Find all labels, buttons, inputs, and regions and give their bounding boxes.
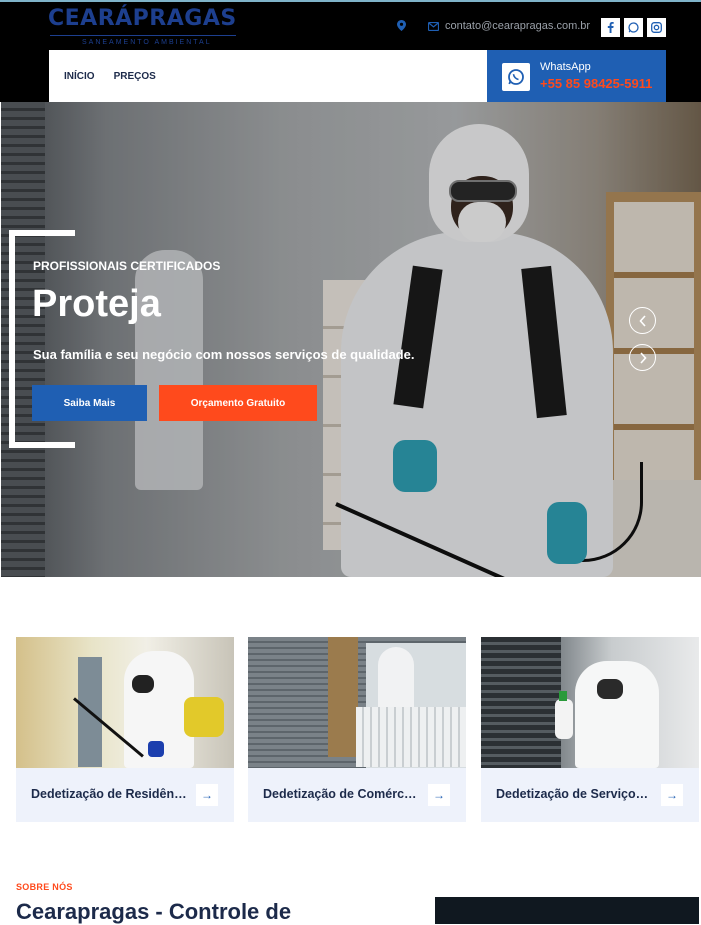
whatsapp-cta[interactable]: WhatsApp +55 85 98425-5911 xyxy=(487,50,666,102)
service-title: Dedetização de Residências xyxy=(31,787,187,801)
orcamento-gratuito-button[interactable]: Orçamento Gratuito xyxy=(159,385,317,421)
hero-slider: PROFISSIONAIS CERTIFICADOS Proteja Sua f… xyxy=(1,102,701,577)
whatsapp-icon xyxy=(502,63,530,91)
instagram-icon[interactable] xyxy=(647,18,666,37)
whatsapp-label: WhatsApp xyxy=(540,61,591,73)
service-photo-comercios xyxy=(248,637,466,768)
arrow-right-icon[interactable]: → xyxy=(196,784,218,806)
nav-item-precos[interactable]: PREÇOS xyxy=(114,71,156,82)
hero-kicker: PROFISSIONAIS CERTIFICADOS xyxy=(33,259,221,273)
service-photo-servicos xyxy=(481,637,699,768)
chevron-right-icon xyxy=(639,351,647,364)
arrow-right-icon[interactable]: → xyxy=(661,784,683,806)
about-photo xyxy=(435,897,699,924)
service-photo-residencias xyxy=(16,637,234,768)
site-logo[interactable]: CEARÁPRAGAS SANEAMENTO AMBIENTAL xyxy=(48,6,238,50)
service-card-comercios[interactable]: Dedetização de Comércios → xyxy=(248,637,466,822)
map-pin-icon xyxy=(397,20,406,31)
whatsapp-phone: +55 85 98425-5911 xyxy=(540,76,653,91)
service-card-servicos[interactable]: Dedetização de Serviços Públicos → xyxy=(481,637,699,822)
chevron-left-icon xyxy=(638,314,646,327)
about-title: Cearapragas - Controle de xyxy=(16,899,292,924)
service-card-residencias[interactable]: Dedetização de Residências → xyxy=(16,637,234,822)
hero-subtitle: Sua família e seu negócio com nossos ser… xyxy=(33,347,415,362)
slider-prev-button[interactable] xyxy=(629,307,656,334)
hero-title: Proteja xyxy=(32,283,161,325)
main-nav: INÍCIO PREÇOS xyxy=(49,50,487,102)
service-title: Dedetização de Serviços Públicos xyxy=(496,787,652,801)
email-address: contato@cearapragas.com.br xyxy=(445,20,591,32)
email-link[interactable]: contato@cearapragas.com.br xyxy=(428,20,590,32)
logo-divider xyxy=(50,35,236,36)
logo-tagline: SANEAMENTO AMBIENTAL xyxy=(82,39,212,46)
nav-item-inicio[interactable]: INÍCIO xyxy=(64,71,95,82)
arrow-right-icon[interactable]: → xyxy=(428,784,450,806)
social-links xyxy=(601,18,666,37)
location-link[interactable] xyxy=(397,20,406,31)
about-kicker: SOBRE NÓS xyxy=(16,882,73,892)
envelope-icon xyxy=(428,21,439,31)
whatsapp-icon[interactable] xyxy=(624,18,643,37)
slider-next-button[interactable] xyxy=(629,344,656,371)
logo-text: CEARÁPRAGAS xyxy=(48,6,237,31)
service-title: Dedetização de Comércios xyxy=(263,787,419,801)
facebook-icon[interactable] xyxy=(601,18,620,37)
saiba-mais-button[interactable]: Saiba Mais xyxy=(32,385,147,421)
